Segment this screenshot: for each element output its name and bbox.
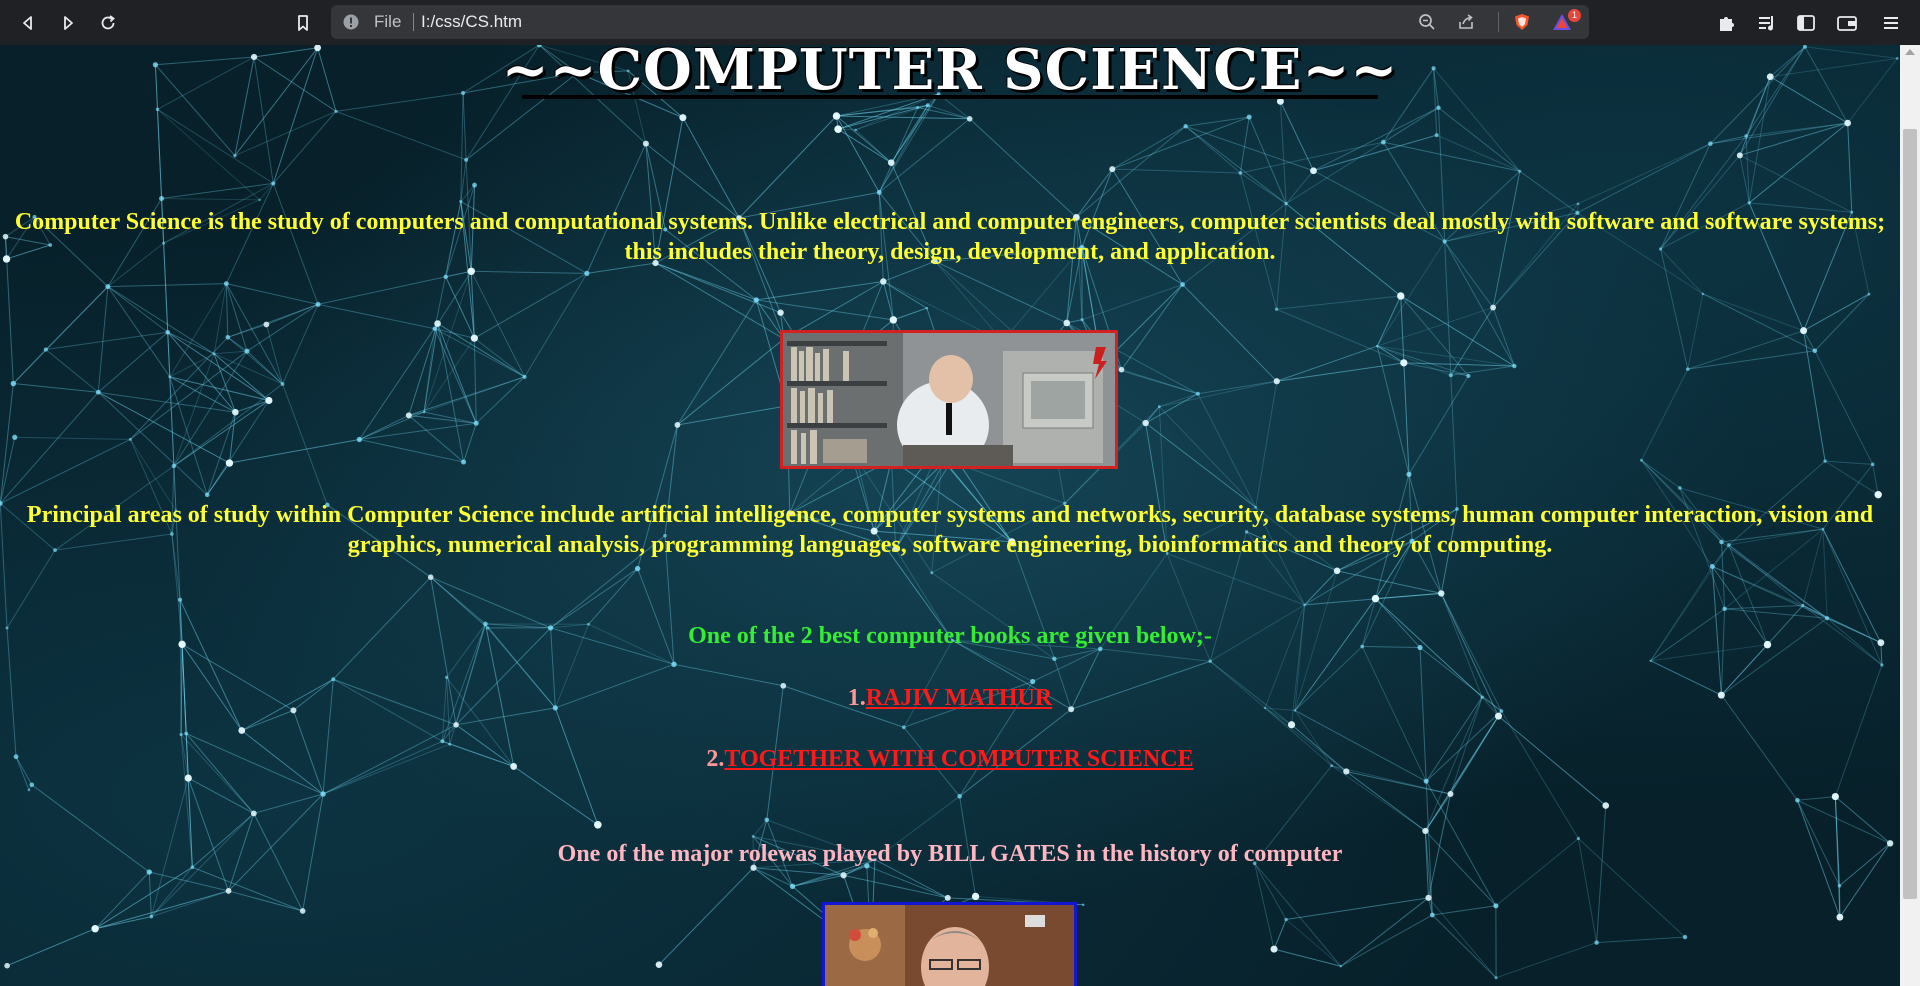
scheme-separator — [413, 13, 414, 31]
sidebar-button[interactable] — [1795, 12, 1817, 34]
page-content: ~~COMPUTER SCIENCE~~ Computer Science is… — [0, 45, 1900, 986]
sidebar-icon — [1797, 15, 1815, 31]
book-item-1: 1.RAJIV MATHUR — [0, 685, 1900, 712]
bookmark-icon — [298, 15, 308, 31]
reload-button[interactable] — [95, 10, 121, 36]
intro-paragraph: Computer Science is the study of compute… — [14, 209, 1886, 265]
address-bar[interactable]: File I:/css/CS.htm 1 — [331, 5, 1589, 39]
book-number-1: 1. — [847, 685, 866, 711]
bookmark-button[interactable] — [290, 10, 316, 36]
browser-toolbar: File I:/css/CS.htm 1 — [0, 0, 1920, 45]
forward-button[interactable] — [55, 10, 81, 36]
extensions-button[interactable] — [1716, 12, 1738, 34]
book-number-2: 2. — [706, 746, 725, 772]
url-text[interactable]: I:/css/CS.htm — [421, 12, 522, 32]
bill-gates-image — [822, 902, 1077, 986]
info-icon[interactable] — [343, 14, 359, 30]
scheme-label: File — [374, 12, 402, 31]
zoom-icon[interactable] — [1418, 13, 1436, 31]
forward-arrow-icon — [64, 16, 73, 30]
computer-worker-image — [780, 330, 1118, 469]
wallet-button[interactable] — [1836, 12, 1858, 34]
book-item-2: 2.TOGETHER WITH COMPUTER SCIENCE — [0, 746, 1900, 773]
bill-gates-line: One of the major rolewas played by BILL … — [557, 841, 1343, 867]
vertical-scrollbar[interactable] — [1900, 45, 1920, 986]
page-viewport: ~~COMPUTER SCIENCE~~ Computer Science is… — [0, 45, 1900, 986]
books-heading: One of the 2 best computer books are giv… — [688, 623, 1212, 649]
menu-button[interactable] — [1880, 12, 1902, 34]
scroll-thumb[interactable] — [1903, 129, 1917, 899]
wallet-icon — [1837, 16, 1857, 31]
media-queue-icon — [1759, 16, 1773, 31]
puzzle-icon — [1720, 17, 1734, 31]
areas-paragraph: Principal areas of study within Computer… — [26, 502, 1874, 558]
back-button[interactable] — [15, 10, 41, 36]
omnibox-divider — [1498, 12, 1499, 32]
share-icon[interactable] — [1457, 13, 1475, 31]
media-queue-button[interactable] — [1756, 12, 1778, 34]
book-link-rajiv-mathur[interactable]: RAJIV MATHUR — [866, 685, 1052, 711]
reload-icon — [101, 15, 115, 30]
brave-shield-icon[interactable] — [1513, 13, 1531, 31]
scroll-up-arrow-icon[interactable] — [1905, 49, 1915, 55]
book-link-together-with-cs[interactable]: TOGETHER WITH COMPUTER SCIENCE — [724, 746, 1193, 772]
back-arrow-icon — [23, 16, 32, 30]
menu-icon — [1884, 17, 1898, 29]
notification-badge: 1 — [1568, 9, 1581, 22]
title-underline — [522, 95, 1378, 99]
